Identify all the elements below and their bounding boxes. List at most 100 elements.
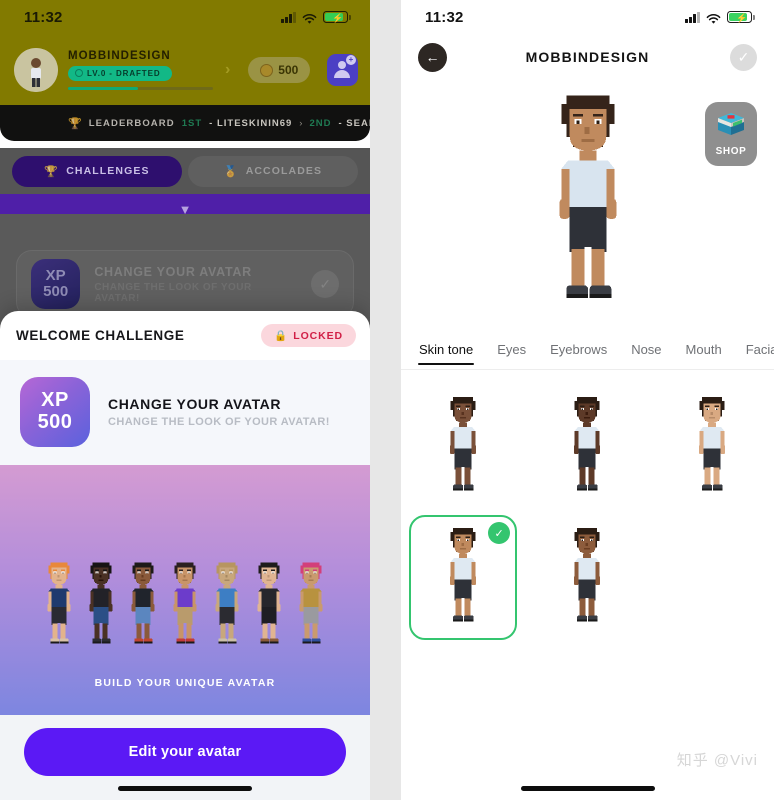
crowd-avatar bbox=[207, 557, 247, 655]
crowd-avatar bbox=[81, 557, 121, 655]
avatar-thumbnail bbox=[564, 522, 610, 634]
panel-gutter bbox=[370, 0, 401, 800]
leaderboard-user-1: - LITESKININ69 bbox=[209, 117, 293, 129]
tab-facial[interactable]: Facial bbox=[746, 330, 774, 369]
crowd-avatar bbox=[249, 557, 289, 655]
tab-eyes[interactable]: Eyes bbox=[497, 330, 526, 369]
leaderboard-label: LEADERBOARD bbox=[88, 117, 175, 129]
challenge-card[interactable]: XP 500 CHANGE YOUR AVATAR CHANGE THE LOO… bbox=[0, 360, 370, 465]
tab-accolades[interactable]: 🏅 ACCOLADES bbox=[188, 155, 358, 187]
promo-banner: BUILD YOUR UNIQUE AVATAR bbox=[0, 465, 370, 715]
skin-tone-option-2[interactable] bbox=[533, 384, 641, 509]
coin-balance-pill[interactable]: 500 bbox=[248, 57, 311, 83]
skin-tone-option-4[interactable]: ✓ bbox=[409, 515, 518, 640]
challenge-card-title: CHANGE YOUR AVATAR bbox=[108, 396, 282, 412]
status-badge: 🔒 LOCKED bbox=[261, 324, 356, 347]
battery-charging-icon: ⚡ bbox=[727, 11, 755, 23]
status-badge-label: LOCKED bbox=[293, 329, 343, 342]
challenge-card-subtitle: CHANGE THE LOOK OF YOUR AVATAR! bbox=[108, 416, 330, 428]
promo-caption: BUILD YOUR UNIQUE AVATAR bbox=[94, 677, 276, 689]
crowd-avatar bbox=[123, 557, 163, 655]
profile-row[interactable]: MOBBINDESIGN LV.0 - DRAFTED › 500 + bbox=[14, 40, 358, 100]
edit-avatar-button[interactable]: Edit your avatar bbox=[24, 727, 346, 776]
medal-icon: 🏅 bbox=[223, 165, 239, 178]
profile-info: MOBBINDESIGN LV.0 - DRAFTED bbox=[68, 49, 213, 91]
signal-bars-icon bbox=[685, 11, 700, 23]
leaderboard-separator-icon: › bbox=[299, 117, 303, 129]
xp-reward-value: 500 bbox=[37, 411, 73, 433]
left-phone-panel: 11:32 ⚡ MOBBINDESIGN LV.0 - DRAFTED › 50… bbox=[0, 0, 370, 800]
crowd-avatar bbox=[165, 557, 205, 655]
avatar-thumbnail bbox=[440, 522, 486, 634]
tab-label: Skin tone bbox=[419, 342, 474, 357]
level-dot-icon bbox=[75, 69, 83, 78]
chevron-down-icon[interactable]: ▼ bbox=[179, 202, 192, 217]
skin-tone-grid: ✓ bbox=[401, 370, 774, 640]
coin-icon bbox=[260, 63, 274, 77]
shop-box-icon bbox=[716, 111, 746, 142]
skin-tone-option-3[interactable] bbox=[658, 384, 766, 509]
background-challenge-card: XP 500 CHANGE YOUR AVATAR CHANGE THE LOO… bbox=[16, 250, 354, 318]
chevron-right-icon[interactable]: › bbox=[217, 61, 238, 79]
screenshot-stage: 11:32 ⚡ MOBBINDESIGN LV.0 - DRAFTED › 50… bbox=[0, 0, 774, 800]
xp-reward-tile: XP 500 bbox=[20, 377, 90, 447]
tab-label: Facial bbox=[745, 342, 774, 357]
page-title: MOBBINDESIGN bbox=[525, 49, 650, 65]
watermark: 知乎 @Vivi bbox=[676, 752, 758, 769]
avatar-preview-area: SHOP bbox=[401, 80, 774, 330]
skin-tone-option-1[interactable] bbox=[409, 384, 517, 509]
wifi-icon bbox=[706, 12, 721, 24]
leaderboard-rank-1: 1ST bbox=[181, 117, 203, 129]
segmented-tabs: 🏆 CHALLENGES 🏅 ACCOLADES bbox=[0, 148, 370, 194]
background-card-title: CHANGE YOUR AVATAR bbox=[94, 264, 252, 279]
tab-mouth[interactable]: Mouth bbox=[686, 330, 722, 369]
right-phone-panel: 11:32 ⚡ ← MOBBINDESIGN ✓ SHOP Skin tone … bbox=[401, 0, 774, 800]
hero-avatar-preview bbox=[538, 82, 638, 319]
background-card-subtitle: CHANGE THE LOOK OF YOUR AVATAR! bbox=[94, 281, 252, 304]
tab-challenges[interactable]: 🏆 CHALLENGES bbox=[12, 155, 182, 187]
xp-tile: XP 500 bbox=[31, 259, 81, 309]
feature-tabs: Skin tone Eyes Eyebrows Nose Mouth Facial bbox=[401, 330, 774, 370]
leaderboard-strip[interactable]: 🏆 LEADERBOARD 1ST - LITESKININ69 › 2ND -… bbox=[0, 105, 370, 141]
back-button[interactable]: ← bbox=[418, 42, 447, 72]
lock-icon: 🔒 bbox=[274, 330, 289, 342]
level-badge-label: LV.0 - DRAFTED bbox=[87, 68, 161, 78]
home-indicator bbox=[118, 786, 252, 791]
signal-bars-icon bbox=[281, 11, 296, 23]
coin-balance-value: 500 bbox=[278, 63, 299, 77]
tab-challenges-label: CHALLENGES bbox=[66, 165, 150, 177]
plus-icon: + bbox=[346, 55, 356, 65]
tab-eyebrows[interactable]: Eyebrows bbox=[550, 330, 607, 369]
tab-skin-tone[interactable]: Skin tone bbox=[417, 330, 475, 369]
xp-reward-label: XP bbox=[41, 389, 69, 412]
xp-progress-bar bbox=[68, 87, 213, 91]
wifi-icon bbox=[302, 12, 317, 24]
tab-accolades-label: ACCOLADES bbox=[245, 165, 323, 177]
tab-label: Eyes bbox=[497, 342, 527, 357]
right-status-bar: 11:32 ⚡ bbox=[401, 0, 774, 34]
check-circle-icon: ✓ bbox=[311, 270, 339, 298]
tab-nose[interactable]: Nose bbox=[631, 330, 661, 369]
selected-check-icon: ✓ bbox=[488, 522, 511, 544]
add-friend-icon bbox=[338, 61, 347, 69]
add-friend-button[interactable]: + bbox=[327, 54, 358, 86]
editor-header: ← MOBBINDESIGN ✓ bbox=[401, 34, 774, 80]
status-bar-icons: ⚡ bbox=[685, 11, 755, 24]
status-bar-time: 11:32 bbox=[24, 8, 63, 26]
profile-username: MOBBINDESIGN bbox=[68, 49, 171, 62]
status-bar-time: 11:32 bbox=[425, 8, 464, 26]
leaderboard-user-2: - SEAN_MINN bbox=[338, 117, 370, 129]
avatar-thumbnail bbox=[564, 391, 610, 503]
left-status-bar: 11:32 ⚡ bbox=[0, 0, 370, 34]
xp-tile-value: 500 bbox=[43, 283, 69, 300]
home-indicator bbox=[520, 786, 655, 791]
confirm-button[interactable]: ✓ bbox=[730, 43, 757, 71]
crowd-avatar bbox=[291, 557, 331, 655]
battery-charging-icon: ⚡ bbox=[323, 11, 351, 23]
avatar-thumbnail bbox=[689, 391, 735, 503]
avatar[interactable] bbox=[14, 48, 58, 92]
avatar-crowd-illustration bbox=[39, 557, 331, 655]
skin-tone-option-5[interactable] bbox=[533, 515, 641, 640]
welcome-challenge-sheet: WELCOME CHALLENGE 🔒 LOCKED XP 500 CHANGE… bbox=[0, 311, 370, 800]
shop-button[interactable]: SHOP bbox=[705, 102, 757, 166]
